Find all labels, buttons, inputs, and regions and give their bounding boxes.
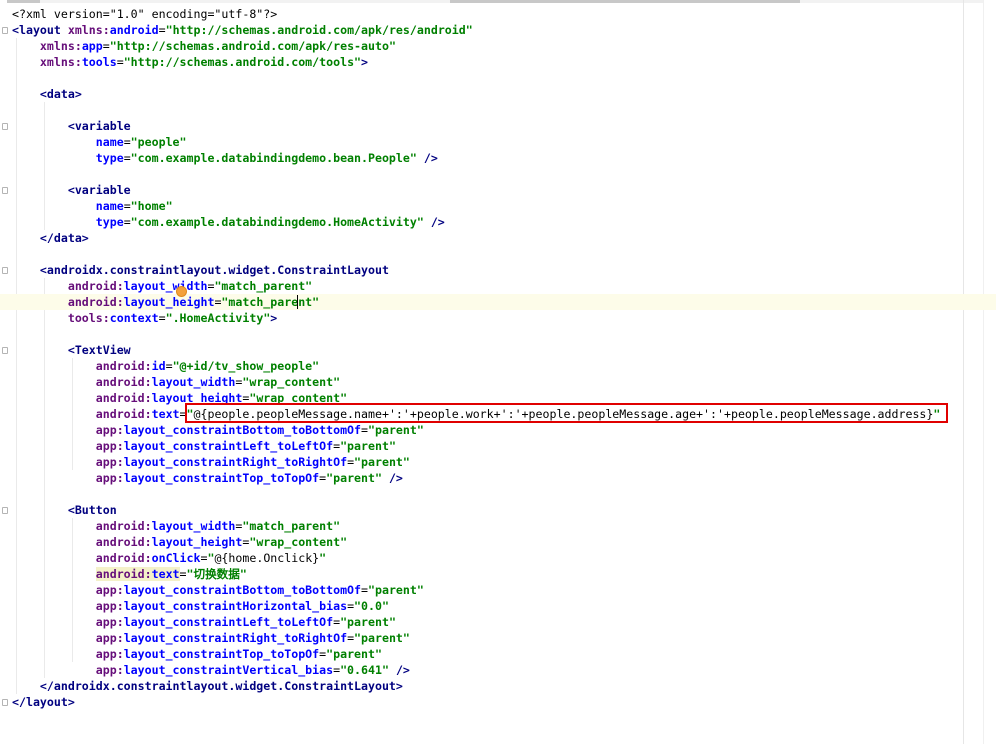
editor-gutter[interactable] xyxy=(0,0,7,744)
fold-marker-icon[interactable] xyxy=(2,267,8,274)
code-line[interactable]: <variable xyxy=(12,118,131,134)
code-line[interactable]: <TextView xyxy=(12,342,131,358)
code-line[interactable]: </layout> xyxy=(12,694,75,710)
right-margin-guide xyxy=(963,0,964,744)
code-line[interactable]: xmlns:app="http://schemas.android.com/ap… xyxy=(12,38,396,54)
code-line[interactable]: xmlns:tools="http://schemas.android.com/… xyxy=(12,54,368,70)
code-line[interactable]: <data> xyxy=(12,86,82,102)
code-line[interactable]: tools:context=".HomeActivity"> xyxy=(12,310,277,326)
vertical-scrollbar[interactable] xyxy=(983,0,996,744)
code-line[interactable]: type="com.example.databindingdemo.bean.P… xyxy=(12,150,438,166)
intention-bulb-icon[interactable] xyxy=(176,286,187,297)
code-line[interactable]: app:layout_constraintBottom_toBottomOf="… xyxy=(12,422,424,438)
code-line[interactable]: android:onClick="@{home.Onclick}" xyxy=(12,550,326,566)
tab-strip-segment xyxy=(450,0,800,3)
code-line[interactable]: app:layout_constraintLeft_toLeftOf="pare… xyxy=(12,614,396,630)
code-line[interactable]: app:layout_constraintTop_toTopOf="parent… xyxy=(12,646,382,662)
annotation-highlight-box xyxy=(185,403,948,423)
code-line[interactable]: type="com.example.databindingdemo.HomeAc… xyxy=(12,214,445,230)
fold-marker-icon[interactable] xyxy=(2,27,8,34)
code-line[interactable]: name="people" xyxy=(12,134,187,150)
fold-marker-icon[interactable] xyxy=(2,187,8,194)
code-line[interactable]: android:layout_height="wrap_content" xyxy=(12,534,347,550)
code-line[interactable]: app:layout_constraintLeft_toLeftOf="pare… xyxy=(12,438,396,454)
code-line[interactable]: app:layout_constraintVertical_bias="0.64… xyxy=(12,662,410,678)
code-line[interactable]: android:layout_width="wrap_content" xyxy=(12,374,340,390)
code-line[interactable]: android:id="@+id/tv_show_people" xyxy=(12,358,319,374)
code-line[interactable]: android:layout_width="match_parent" xyxy=(12,278,312,294)
text-caret xyxy=(297,295,298,309)
editor-tab-strip xyxy=(0,0,996,3)
code-line[interactable]: <Button xyxy=(12,502,117,518)
code-line[interactable]: <?xml version="1.0" encoding="utf-8"?> xyxy=(12,6,277,22)
code-line[interactable]: app:layout_constraintRight_toRightOf="pa… xyxy=(12,630,410,646)
code-line[interactable]: android:layout_width="match_parent" xyxy=(12,518,340,534)
code-line[interactable]: app:layout_constraintBottom_toBottomOf="… xyxy=(12,582,424,598)
fold-marker-icon[interactable] xyxy=(2,347,8,354)
fold-marker-icon[interactable] xyxy=(2,123,8,130)
code-line[interactable]: name="home" xyxy=(12,198,173,214)
code-line[interactable]: android:layout_height="match_parent" xyxy=(0,294,996,310)
code-line[interactable]: <layout xmlns:android="http://schemas.an… xyxy=(12,22,473,38)
code-line[interactable]: app:layout_constraintTop_toTopOf="parent… xyxy=(12,470,403,486)
code-line[interactable]: app:layout_constraintHorizontal_bias="0.… xyxy=(12,598,389,614)
fold-marker-icon[interactable] xyxy=(2,699,8,706)
code-line[interactable]: android:text="切换数据" xyxy=(12,566,247,582)
code-line[interactable]: </data> xyxy=(12,230,89,246)
code-line[interactable]: app:layout_constraintRight_toRightOf="pa… xyxy=(12,454,410,470)
code-line[interactable]: <variable xyxy=(12,182,131,198)
code-line[interactable]: <androidx.constraintlayout.widget.Constr… xyxy=(12,262,389,278)
code-line[interactable]: </androidx.constraintlayout.widget.Const… xyxy=(12,678,403,694)
code-editor[interactable]: <?xml version="1.0" encoding="utf-8"?> <l… xyxy=(0,0,996,744)
fold-marker-icon[interactable] xyxy=(2,507,8,514)
